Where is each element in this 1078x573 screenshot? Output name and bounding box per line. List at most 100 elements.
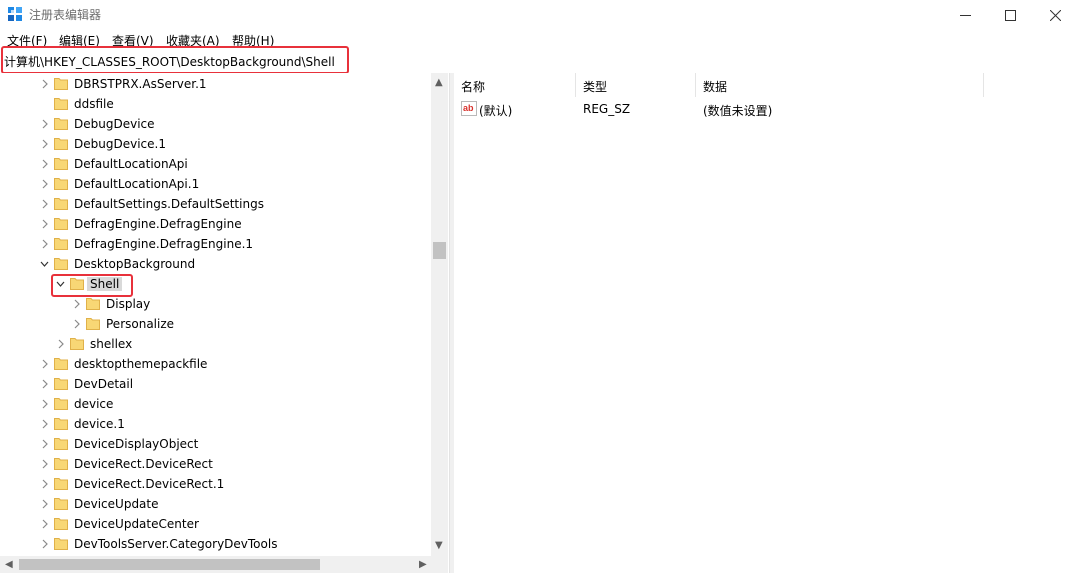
tree-item[interactable]: Display xyxy=(0,294,430,314)
chevron-right-icon[interactable] xyxy=(40,179,49,189)
tree-item-label[interactable]: Personalize xyxy=(106,317,174,331)
chevron-right-icon[interactable] xyxy=(72,319,81,329)
tree-vertical-scrollbar[interactable] xyxy=(431,73,448,557)
tree-item-label[interactable]: DeviceUpdateCenter xyxy=(74,517,199,531)
tree-item[interactable]: DefragEngine.DefragEngine.1 xyxy=(0,234,430,254)
chevron-right-icon[interactable] xyxy=(40,119,49,129)
chevron-right-icon[interactable] xyxy=(40,139,49,149)
tree-item[interactable]: DesktopBackground xyxy=(0,254,430,274)
folder-icon xyxy=(54,118,68,130)
tree-item[interactable]: shellex xyxy=(0,334,430,354)
tree-item-label[interactable]: DefaultSettings.DefaultSettings xyxy=(74,197,264,211)
tree-item[interactable]: DefaultSettings.DefaultSettings xyxy=(0,194,430,214)
values-list[interactable]: 名称 类型 数据 xyxy=(454,73,1078,573)
chevron-right-icon[interactable] xyxy=(40,399,49,409)
chevron-right-icon[interactable] xyxy=(40,239,49,249)
svg-text:ab: ab xyxy=(463,103,474,113)
chevron-right-icon[interactable] xyxy=(40,79,49,89)
close-button[interactable] xyxy=(1032,0,1078,30)
tree-item[interactable]: DefaultLocationApi.1 xyxy=(0,174,430,194)
scroll-right-arrow-icon[interactable]: ▶ xyxy=(419,560,427,570)
chevron-right-icon[interactable] xyxy=(40,159,49,169)
chevron-right-icon[interactable] xyxy=(40,519,49,529)
tree-item-label[interactable]: DebugDevice.1 xyxy=(74,137,166,151)
chevron-right-icon[interactable] xyxy=(40,479,49,489)
chevron-right-icon[interactable] xyxy=(40,499,49,509)
tree-horizontal-scroll-thumb[interactable] xyxy=(19,559,320,570)
tree-item[interactable]: DBRSTPRX.AsServer.1 xyxy=(0,74,430,94)
folder-icon xyxy=(54,458,68,470)
folder-icon xyxy=(54,78,68,90)
tree-vertical-scroll-thumb[interactable] xyxy=(433,242,446,259)
tree-item-label[interactable]: device.1 xyxy=(74,417,125,431)
tree-item-label[interactable]: Display xyxy=(106,297,150,311)
scroll-down-arrow-icon[interactable]: ▼ xyxy=(435,541,443,551)
tree-item[interactable]: Personalize xyxy=(0,314,430,334)
tree-item[interactable]: DevDetail xyxy=(0,374,430,394)
tree-item-label[interactable]: DevDetail xyxy=(74,377,133,391)
value-data: (数值未设置) xyxy=(703,104,773,118)
tree-item-label[interactable]: DefragEngine.DefragEngine xyxy=(74,217,242,231)
tree-item[interactable]: DeviceRect.DeviceRect.1 xyxy=(0,474,430,494)
value-type: REG_SZ xyxy=(583,102,631,116)
chevron-right-icon[interactable] xyxy=(40,439,49,449)
tree-item-label[interactable]: DefragEngine.DefragEngine.1 xyxy=(74,237,253,251)
chevron-right-icon[interactable] xyxy=(56,339,65,349)
key-tree[interactable]: DBRSTPRX.AsServer.1 ddsfile DebugDevice Deb… xyxy=(0,73,449,557)
chevron-right-icon[interactable] xyxy=(40,459,49,469)
chevron-right-icon[interactable] xyxy=(72,299,81,309)
string-value-icon: ab xyxy=(461,101,477,116)
folder-icon xyxy=(54,478,68,490)
tree-item-label[interactable]: DeviceRect.DeviceRect.1 xyxy=(74,477,224,491)
folder-icon xyxy=(54,218,68,230)
tree-item[interactable]: device.1 xyxy=(0,414,430,434)
tree-item[interactable]: DefaultLocationApi xyxy=(0,154,430,174)
tree-item[interactable]: DebugDevice.1 xyxy=(0,134,430,154)
column-header-name[interactable]: 名称 xyxy=(454,73,576,97)
tree-item[interactable]: DeviceUpdateCenter xyxy=(0,514,430,534)
folder-icon xyxy=(54,418,68,430)
folder-icon xyxy=(54,358,68,370)
tree-item-label[interactable]: DebugDevice xyxy=(74,117,155,131)
tree-item-label[interactable]: DefaultLocationApi xyxy=(74,157,188,171)
scroll-up-arrow-icon[interactable]: ▲ xyxy=(435,78,443,88)
tree-item-label[interactable]: DeviceUpdate xyxy=(74,497,159,511)
chevron-right-icon[interactable] xyxy=(40,199,49,209)
tree-item[interactable]: ddsfile xyxy=(0,94,430,114)
tree-item-label[interactable]: DeviceDisplayObject xyxy=(74,437,198,451)
value-name[interactable]: (默认) xyxy=(479,102,512,119)
tree-item-label[interactable]: DefaultLocationApi.1 xyxy=(74,177,199,191)
tree-item[interactable]: DefragEngine.DefragEngine xyxy=(0,214,430,234)
chevron-right-icon[interactable] xyxy=(40,219,49,229)
tree-item[interactable]: DeviceRect.DeviceRect xyxy=(0,454,430,474)
tree-item-label[interactable]: DesktopBackground xyxy=(74,257,195,271)
folder-icon xyxy=(54,538,68,550)
folder-icon xyxy=(70,338,84,350)
tree-item-label[interactable]: DevToolsServer.CategoryDevTools xyxy=(74,537,277,551)
tree-item-label[interactable]: DBRSTPRX.AsServer.1 xyxy=(74,77,207,91)
maximize-button[interactable] xyxy=(987,0,1033,30)
chevron-right-icon[interactable] xyxy=(40,359,49,369)
tree-item-label[interactable]: DeviceRect.DeviceRect xyxy=(74,457,213,471)
chevron-right-icon[interactable] xyxy=(40,539,49,549)
tree-item-label[interactable]: ddsfile xyxy=(74,97,114,111)
minimize-icon xyxy=(959,14,971,16)
tree-item-label[interactable]: desktopthemepackfile xyxy=(74,357,207,371)
tree-item[interactable]: DebugDevice xyxy=(0,114,430,134)
folder-icon xyxy=(86,318,100,330)
tree-item-label[interactable]: device xyxy=(74,397,113,411)
tree-item[interactable]: DeviceUpdate xyxy=(0,494,430,514)
tree-item[interactable]: device xyxy=(0,394,430,414)
chevron-right-icon[interactable] xyxy=(40,379,49,389)
column-header-type[interactable]: 类型 xyxy=(576,73,696,97)
chevron-right-icon[interactable] xyxy=(40,419,49,429)
column-header-data[interactable]: 数据 xyxy=(696,73,984,97)
folder-icon xyxy=(54,238,68,250)
minimize-button[interactable] xyxy=(942,0,988,30)
scroll-left-arrow-icon[interactable]: ◀ xyxy=(5,560,13,570)
tree-item[interactable]: DevToolsServer.CategoryDevTools xyxy=(0,534,430,554)
tree-item-label[interactable]: shellex xyxy=(90,337,132,351)
tree-item[interactable]: desktopthemepackfile xyxy=(0,354,430,374)
tree-item[interactable]: DeviceDisplayObject xyxy=(0,434,430,454)
chevron-down-icon[interactable] xyxy=(40,259,49,269)
